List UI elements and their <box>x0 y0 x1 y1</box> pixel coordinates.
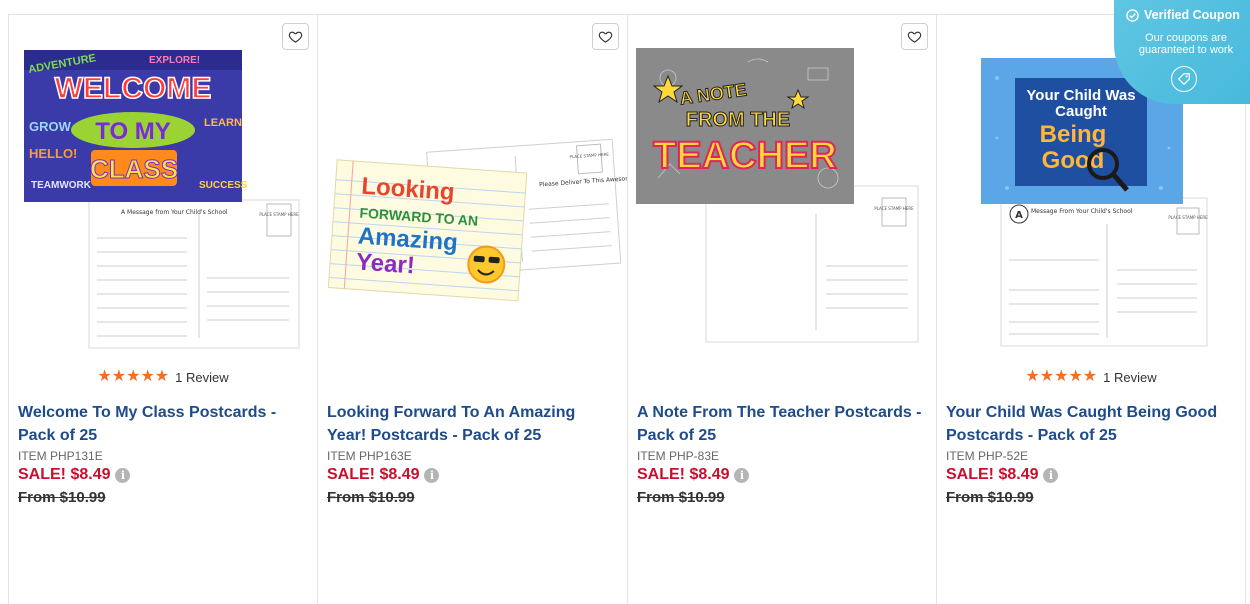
product-image[interactable]: PLACE STAMP HERE Please Deliver To This … <box>318 38 663 358</box>
postcard-back-text: A Message from Your Child's School <box>121 209 228 216</box>
stamp-text: PLACE STAMP HERE <box>259 212 299 217</box>
stamp-text: PLACE STAMP HERE <box>1168 215 1208 220</box>
original-price: From $10.99 <box>946 489 1034 506</box>
rating[interactable]: ★★★★★ 1 Review <box>9 369 317 385</box>
word-success: SUCCESS <box>199 180 248 191</box>
item-number: ITEM PHP-52E <box>946 449 1029 463</box>
postcard-headline-1: WELCOME <box>55 72 212 105</box>
info-icon[interactable]: i <box>115 467 131 483</box>
sale-price: SALE! $8.49 i <box>637 466 750 484</box>
original-price: From $10.99 <box>327 489 415 506</box>
sale-price-text: SALE! $8.49 <box>18 466 111 483</box>
coupon-title: Verified Coupon <box>1144 8 1240 22</box>
postcard-headline-2: Caught <box>1055 103 1107 120</box>
heart-icon <box>598 31 613 43</box>
rating[interactable]: ★★★★★ 1 Review <box>937 369 1245 385</box>
sale-price: SALE! $8.49 i <box>946 466 1059 484</box>
product-image[interactable]: PLACE STAMP HERE A Message from Your Chi… <box>9 38 317 358</box>
word-learn: LEARN <box>204 117 242 129</box>
original-price: From $10.99 <box>637 489 725 506</box>
product-title-link[interactable]: Welcome To My Class Postcards - Pack of … <box>18 401 307 447</box>
postcard-headline-2: FROM THE <box>686 109 790 131</box>
word-hello: HELLO! <box>29 146 77 161</box>
product-title-link[interactable]: Looking Forward To An Amazing Year! Post… <box>327 401 617 447</box>
info-icon[interactable]: i <box>1043 467 1059 483</box>
product-image[interactable]: PLACE STAMP HERE A NOTE FROM THE TEACHER <box>628 38 936 358</box>
coupon-header: Verified Coupon <box>1126 8 1240 22</box>
postcard-headline-4: Year! <box>355 248 415 279</box>
product-card: PLACE STAMP HERE A Message from Your Chi… <box>8 14 317 604</box>
wishlist-button[interactable] <box>592 23 619 50</box>
info-icon[interactable]: i <box>424 467 440 483</box>
coupon-tag-icon <box>1177 73 1190 86</box>
sale-price-text: SALE! $8.49 <box>946 466 1039 483</box>
product-title-link[interactable]: Your Child Was Caught Being Good Postcar… <box>946 401 1235 447</box>
product-title-link[interactable]: A Note From The Teacher Postcards - Pack… <box>637 401 926 447</box>
sale-price: SALE! $8.49 i <box>327 466 440 484</box>
info-icon[interactable]: i <box>734 467 750 483</box>
review-count[interactable]: 1 Review <box>1103 370 1156 385</box>
postcard-back-text: Message From Your Child's School <box>1031 208 1133 215</box>
postcard-headline-1: Your Child Was <box>1026 87 1135 104</box>
item-number: ITEM PHP163E <box>327 449 412 463</box>
sale-price-text: SALE! $8.49 <box>637 466 730 483</box>
sale-price-text: SALE! $8.49 <box>327 466 420 483</box>
postcard-headline-3: Being <box>1040 121 1107 148</box>
check-circle-icon <box>1126 8 1139 22</box>
postcard-headline-3: TEACHER <box>653 135 837 177</box>
product-grid: PLACE STAMP HERE A Message from Your Chi… <box>8 14 1246 604</box>
postcard-headline-2: TO MY <box>95 118 171 145</box>
item-number: ITEM PHP131E <box>18 449 103 463</box>
coupon-subtitle: Our coupons are guaranteed to work <box>1138 32 1234 56</box>
star-rating-icon: ★★★★★ <box>1025 368 1098 385</box>
word-teamwork: TEAMWORK <box>31 180 92 191</box>
sale-price: SALE! $8.49 i <box>18 466 131 484</box>
verified-coupon-badge[interactable]: Verified Coupon Our coupons are guarante… <box>1114 0 1250 104</box>
tag-icon[interactable] <box>1171 66 1197 92</box>
item-number: ITEM PHP-83E <box>637 449 720 463</box>
product-card: PLACE STAMP HERE A NOTE FROM THE TEACHER… <box>627 14 936 604</box>
svg-text:A: A <box>1015 210 1023 221</box>
word-grow: GROW <box>29 119 72 134</box>
word-explore: EXPLORE! <box>149 55 200 66</box>
star-rating-icon: ★★★★★ <box>97 368 170 385</box>
postcard-headline-3: CLASS <box>90 154 178 184</box>
review-count[interactable]: 1 Review <box>175 370 228 385</box>
original-price: From $10.99 <box>18 489 106 506</box>
stamp-text: PLACE STAMP HERE <box>874 206 914 211</box>
product-card: PLACE STAMP HERE Please Deliver To This … <box>317 14 663 604</box>
